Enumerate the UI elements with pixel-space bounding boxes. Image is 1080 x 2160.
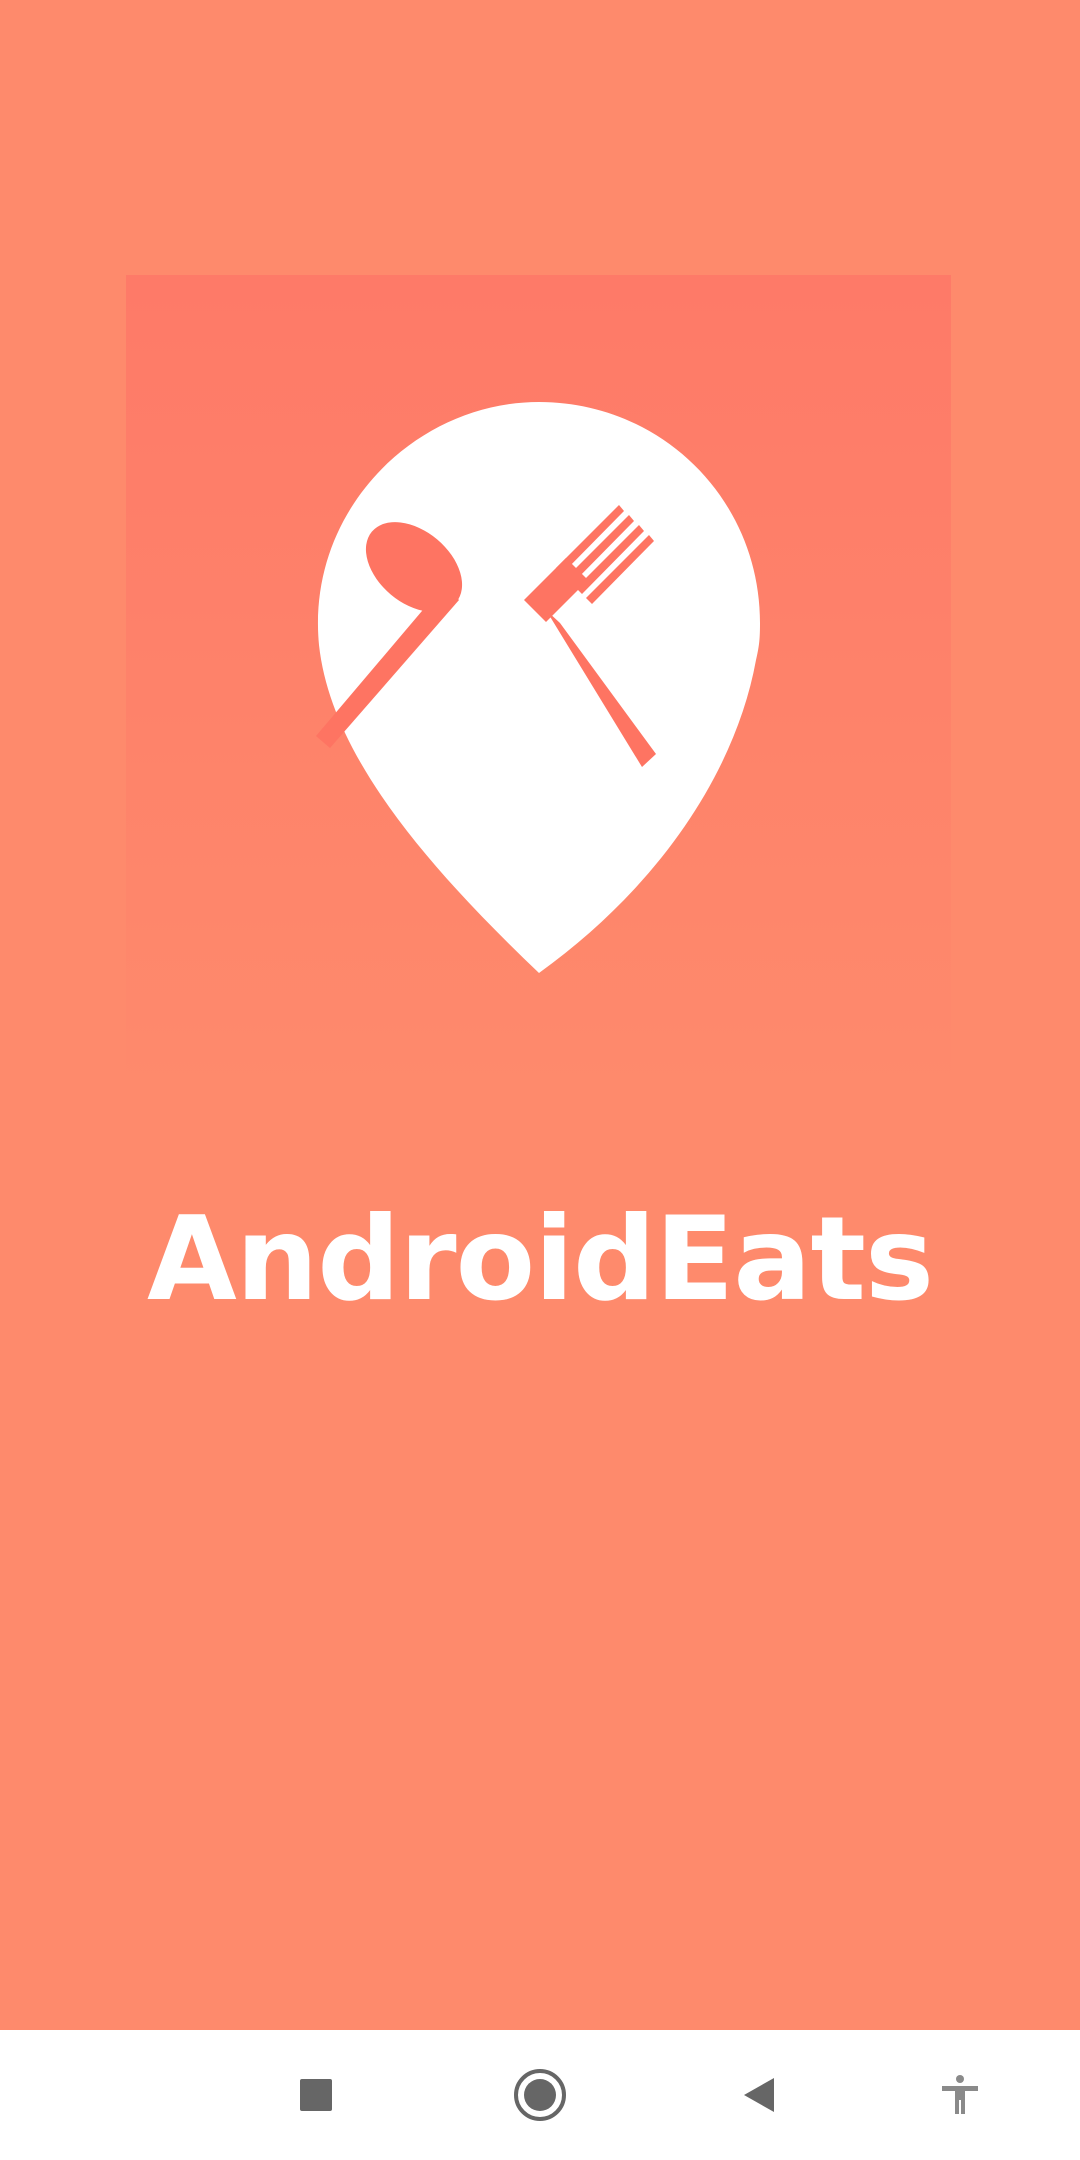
home-button[interactable] <box>500 2055 580 2135</box>
back-button[interactable] <box>720 2055 800 2135</box>
recents-button[interactable] <box>276 2055 356 2135</box>
accessibility-button[interactable] <box>920 2055 1000 2135</box>
splash-screen: AndroidEats <box>0 0 1080 2160</box>
circle-icon <box>514 2069 566 2121</box>
triangle-back-icon <box>744 2078 774 2112</box>
square-icon <box>300 2079 332 2111</box>
accessibility-icon <box>942 2075 978 2114</box>
app-logo <box>126 275 951 1100</box>
system-navigation-bar <box>0 2030 1080 2160</box>
splash-background: AndroidEats <box>0 0 1080 2030</box>
app-title: AndroidEats <box>146 1192 934 1327</box>
fork-spoon-location-pin-icon <box>316 402 760 973</box>
